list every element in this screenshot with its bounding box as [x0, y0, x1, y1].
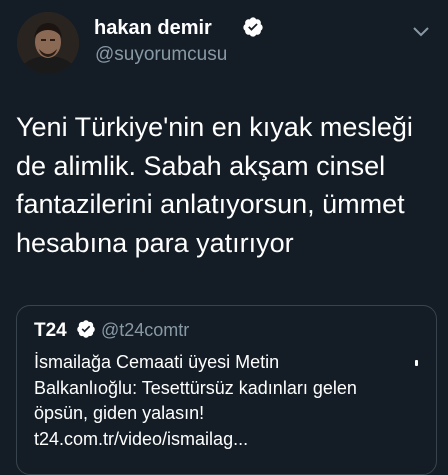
tweet: hakan demir @suyorumcusu Yeni Türkiye'ni…: [0, 0, 448, 475]
tweet-text-line: hesabına para yatırıyor: [16, 227, 294, 258]
author-handle[interactable]: @suyorumcusu: [95, 44, 227, 66]
quoted-text-line: Balkanlıoğlu: Tesettürsüz kadınları gele…: [34, 377, 357, 398]
verified-badge-icon: [77, 320, 95, 338]
tweet-text: Yeni Türkiye'nin en kıyak mesleği de ali…: [16, 108, 441, 262]
quoted-author-name[interactable]: T24: [34, 320, 67, 342]
tweet-text-line: de alimlik. Sabah akşam cinsel: [16, 150, 386, 181]
tweet-text-line: fantazilerini anlatıyorsun, ümmet: [16, 189, 405, 219]
quoted-text-line: İsmailağa Cemaati üyesi Metin: [34, 352, 280, 372]
author-name[interactable]: hakan demir: [94, 17, 212, 40]
scrollbar-thumb[interactable]: [415, 360, 418, 366]
quoted-author-handle[interactable]: @t24comtr: [101, 320, 189, 341]
tweet-text-line: Yeni Türkiye'nin en kıyak mesleği: [16, 112, 413, 142]
quoted-text-line: öpsün, giden yalasın!: [34, 403, 205, 423]
author-avatar[interactable]: [17, 12, 79, 74]
verified-badge-icon: [243, 17, 263, 37]
chevron-down-icon[interactable]: [411, 24, 431, 40]
person-avatar-icon: [17, 12, 79, 74]
quoted-tweet-text: İsmailağa Cemaati üyesi Metin Balkanlıoğ…: [34, 350, 429, 452]
quoted-link[interactable]: t24.com.tr/video/ismailag...: [34, 427, 429, 453]
divider-gap: [340, 290, 448, 296]
